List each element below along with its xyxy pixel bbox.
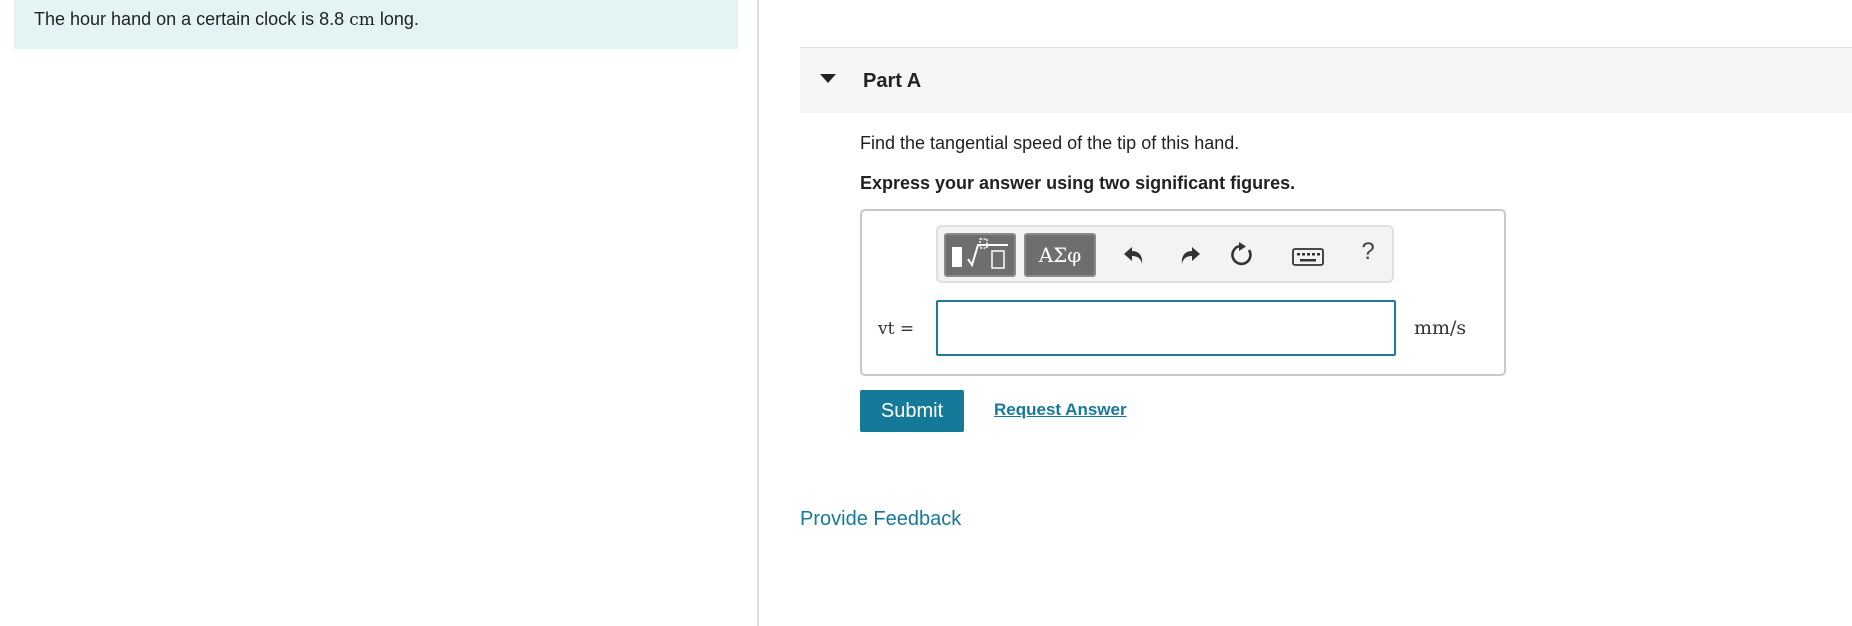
greek-symbols-icon: ΑΣφ <box>1038 243 1082 267</box>
part-title: Part A <box>863 70 922 92</box>
collapse-arrow-icon[interactable] <box>820 74 836 83</box>
problem-statement: The hour hand on a certain clock is 8.8 … <box>14 0 738 49</box>
greek-symbols-button[interactable]: ΑΣφ <box>1024 233 1096 277</box>
help-icon[interactable]: ? <box>1356 238 1380 266</box>
question-text: Find the tangential speed of the tip of … <box>860 133 1240 153</box>
problem-text-end: long. <box>374 9 419 29</box>
problem-unit: cm <box>349 10 375 30</box>
reset-icon[interactable] <box>1228 241 1256 269</box>
part-header[interactable]: Part A <box>800 47 1852 113</box>
submit-button[interactable]: Submit <box>860 390 964 432</box>
keyboard-icon[interactable] <box>1292 243 1324 271</box>
redo-icon[interactable] <box>1176 241 1204 269</box>
templates-button[interactable] <box>944 233 1016 277</box>
answer-box: ΑΣφ ? vt = mm/s <box>860 209 1506 376</box>
request-answer-link[interactable]: Request Answer <box>994 400 1127 420</box>
answer-input[interactable] <box>936 300 1396 356</box>
undo-icon[interactable] <box>1120 241 1148 269</box>
templates-icon <box>952 238 1008 269</box>
problem-pane: The hour hand on a certain clock is 8.8 … <box>0 0 758 626</box>
pane-divider[interactable] <box>757 0 759 626</box>
math-toolbar: ΑΣφ ? <box>936 225 1394 283</box>
instruction-text: Express your answer using two significan… <box>860 173 1296 193</box>
problem-text-start: The hour hand on a certain clock is 8.8 <box>34 9 350 29</box>
provide-feedback-link[interactable]: Provide Feedback <box>800 508 961 531</box>
variable-label: vt = <box>878 319 915 339</box>
unit-label: mm/s <box>1414 317 1467 339</box>
